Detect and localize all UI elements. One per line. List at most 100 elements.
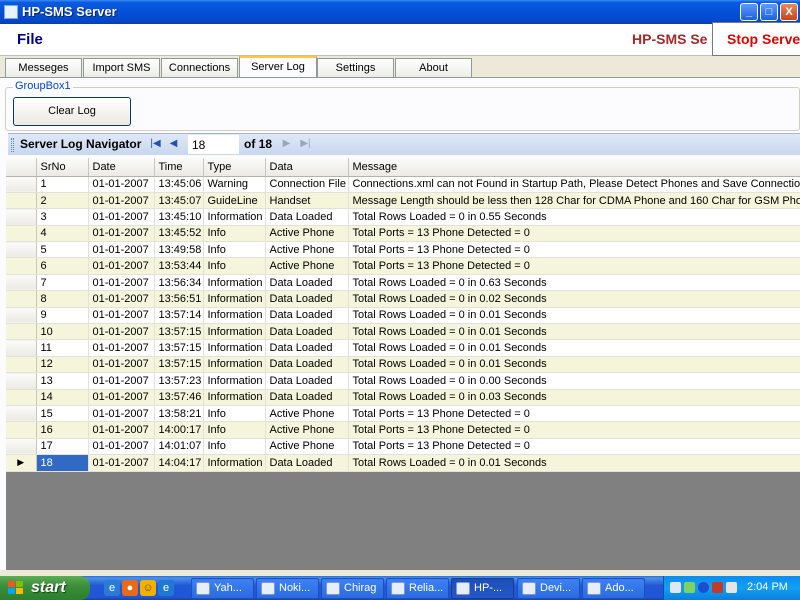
- table-row[interactable]: 16 01-01-2007 14:00:17 Info Active Phone Tota…: [6, 421, 800, 439]
- cell-type[interactable]: Info: [203, 225, 266, 243]
- table-row[interactable]: 15 01-01-2007 13:58:21 Info Active Phone Tota…: [6, 405, 800, 423]
- cell-time[interactable]: 13:49:58: [154, 241, 204, 259]
- tab-settings[interactable]: Settings: [317, 58, 394, 78]
- cell-data[interactable]: Data Loaded: [265, 389, 349, 406]
- task-chirag[interactable]: Chirag: [321, 578, 384, 599]
- row-header[interactable]: [6, 438, 37, 456]
- cell-time[interactable]: 13:57:15: [154, 356, 204, 374]
- table-row[interactable]: 17 01-01-2007 14:01:07 Info Active Phone Tota…: [6, 438, 800, 456]
- cell-data[interactable]: Connection File: [265, 176, 349, 193]
- table-row[interactable]: 7 01-01-2007 13:56:34 Information Data Loade…: [6, 274, 800, 292]
- table-row[interactable]: 1 01-01-2007 13:45:06 Warning Connection Fil…: [6, 176, 800, 193]
- row-header[interactable]: [6, 274, 37, 292]
- cell-data[interactable]: Data Loaded: [265, 339, 349, 357]
- firefox-icon[interactable]: ●: [122, 580, 138, 596]
- cell-message[interactable]: Total Ports = 13 Phone Detected = 0: [348, 405, 800, 423]
- maximize-button[interactable]: □: [760, 3, 778, 21]
- cell-data[interactable]: Data Loaded: [265, 323, 349, 341]
- row-header[interactable]: [6, 225, 37, 243]
- row-header[interactable]: [6, 421, 37, 439]
- cell-srno[interactable]: 18: [36, 454, 89, 472]
- table-row[interactable]: 8 01-01-2007 13:56:51 Information Data Loade…: [6, 290, 800, 308]
- cell-data[interactable]: Active Phone: [265, 241, 349, 259]
- cell-type[interactable]: Info: [203, 257, 266, 275]
- row-header[interactable]: [6, 192, 37, 210]
- task-adobe[interactable]: Ado...: [582, 578, 645, 599]
- cell-data[interactable]: Handset: [265, 192, 349, 210]
- start-button[interactable]: start: [0, 576, 90, 600]
- cell-type[interactable]: Information: [203, 274, 266, 292]
- minimize-button[interactable]: _: [740, 3, 758, 21]
- cell-srno[interactable]: 1: [36, 176, 89, 193]
- cell-date[interactable]: 01-01-2007: [88, 438, 155, 456]
- cell-data[interactable]: Data Loaded: [265, 454, 349, 472]
- cell-date[interactable]: 01-01-2007: [88, 192, 155, 210]
- table-row[interactable]: 9 01-01-2007 13:57:14 Information Data Loade…: [6, 307, 800, 325]
- cell-type[interactable]: Info: [203, 241, 266, 259]
- cell-data[interactable]: Data Loaded: [265, 372, 349, 390]
- cell-data[interactable]: Active Phone: [265, 438, 349, 456]
- move-first-icon[interactable]: |◀: [149, 137, 162, 151]
- cell-srno[interactable]: 17: [36, 438, 89, 456]
- table-row[interactable]: 10 01-01-2007 13:57:15 Information Data Load…: [6, 323, 800, 341]
- cell-date[interactable]: 01-01-2007: [88, 356, 155, 374]
- cell-data[interactable]: Data Loaded: [265, 356, 349, 374]
- volume-icon[interactable]: [726, 582, 737, 593]
- cell-srno[interactable]: 5: [36, 241, 89, 259]
- cell-time[interactable]: 13:45:07: [154, 192, 204, 210]
- log-grid[interactable]: SrNo Date Time Type Data Message 1 01-01-…: [6, 158, 800, 570]
- cell-date[interactable]: 01-01-2007: [88, 421, 155, 439]
- cell-date[interactable]: 01-01-2007: [88, 339, 155, 357]
- cell-time[interactable]: 14:00:17: [154, 421, 204, 439]
- cell-time[interactable]: 14:04:17: [154, 454, 204, 472]
- cell-type[interactable]: Information: [203, 208, 266, 226]
- cell-type[interactable]: Information: [203, 454, 266, 472]
- cell-data[interactable]: Active Phone: [265, 257, 349, 275]
- column-header-type[interactable]: Type: [203, 158, 266, 177]
- position-input[interactable]: [188, 135, 239, 154]
- table-row[interactable]: 13 01-01-2007 13:57:23 Information Data Load…: [6, 372, 800, 390]
- task-nokia[interactable]: Noki...: [256, 578, 319, 599]
- row-header[interactable]: [6, 241, 37, 259]
- table-row[interactable]: 11 01-01-2007 13:57:15 Information Data Load…: [6, 339, 800, 357]
- cell-time[interactable]: 13:56:34: [154, 274, 204, 292]
- stop-server-button[interactable]: Stop Serve: [712, 22, 800, 56]
- cell-type[interactable]: Information: [203, 389, 266, 406]
- table-row[interactable]: 6 01-01-2007 13:53:44 Info Active Phone Total…: [6, 257, 800, 275]
- cell-time[interactable]: 13:57:46: [154, 389, 204, 406]
- cell-srno[interactable]: 15: [36, 405, 89, 423]
- cell-srno[interactable]: 10: [36, 323, 89, 341]
- cell-time[interactable]: 13:57:15: [154, 323, 204, 341]
- cell-data[interactable]: Data Loaded: [265, 274, 349, 292]
- file-menu[interactable]: File: [17, 31, 43, 48]
- task-reliance[interactable]: Relia...: [386, 578, 449, 599]
- cell-time[interactable]: 14:01:07: [154, 438, 204, 456]
- cell-data[interactable]: Active Phone: [265, 405, 349, 423]
- row-header[interactable]: [6, 339, 37, 357]
- cell-message[interactable]: Total Rows Loaded = 0 in 0.01 Seconds: [348, 356, 800, 374]
- ie-alt-icon[interactable]: e: [158, 580, 174, 596]
- move-last-icon[interactable]: ▶|: [299, 137, 312, 151]
- row-header[interactable]: [6, 257, 37, 275]
- column-header-time[interactable]: Time: [154, 158, 204, 177]
- cell-message[interactable]: Total Rows Loaded = 0 in 0.55 Seconds: [348, 208, 800, 226]
- cell-data[interactable]: Data Loaded: [265, 307, 349, 325]
- toolbar-grip[interactable]: [11, 138, 14, 152]
- tab-server-log[interactable]: Server Log: [239, 56, 317, 78]
- cell-data[interactable]: Data Loaded: [265, 208, 349, 226]
- cell-message[interactable]: Total Rows Loaded = 0 in 0.01 Seconds: [348, 323, 800, 341]
- row-header[interactable]: [6, 405, 37, 423]
- cell-srno[interactable]: 13: [36, 372, 89, 390]
- cell-message[interactable]: Total Rows Loaded = 0 in 0.01 Seconds: [348, 339, 800, 357]
- cell-message[interactable]: Total Rows Loaded = 0 in 0.02 Seconds: [348, 290, 800, 308]
- cell-time[interactable]: 13:57:23: [154, 372, 204, 390]
- row-header[interactable]: [6, 356, 37, 374]
- cell-date[interactable]: 01-01-2007: [88, 323, 155, 341]
- cell-date[interactable]: 01-01-2007: [88, 225, 155, 243]
- cell-srno[interactable]: 4: [36, 225, 89, 243]
- cell-time[interactable]: 13:58:21: [154, 405, 204, 423]
- security-icon[interactable]: [712, 582, 723, 593]
- cell-type[interactable]: Information: [203, 323, 266, 341]
- column-header-srno[interactable]: SrNo: [36, 158, 89, 177]
- tab-import-sms[interactable]: Import SMS: [83, 58, 160, 78]
